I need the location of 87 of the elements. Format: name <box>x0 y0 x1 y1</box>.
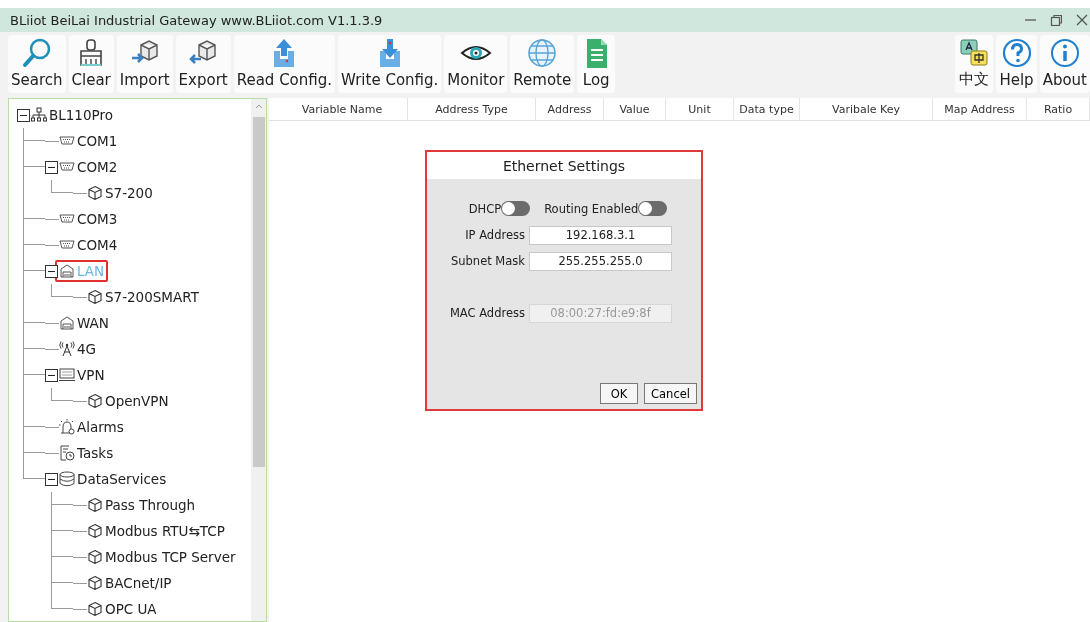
info-icon <box>1048 37 1081 69</box>
toolbar-button[interactable]: 中文 <box>955 35 994 93</box>
ethernet-port-icon <box>59 315 75 331</box>
field-label: MAC Address <box>448 306 526 320</box>
tree-item[interactable]: COM4 <box>77 237 118 253</box>
tree-item[interactable]: S7-200 <box>105 185 153 201</box>
toolbar-button[interactable]: Monitor <box>444 35 508 93</box>
tree-item[interactable]: S7-200SMART <box>105 289 199 305</box>
tree-toggle[interactable] <box>45 160 58 174</box>
field-label: IP Address <box>464 228 526 242</box>
input-field[interactable]: 192.168.3.1 <box>529 225 672 245</box>
maximize-icon[interactable] <box>1050 14 1062 26</box>
tree-item[interactable]: Pass Through <box>105 497 196 513</box>
tree-line <box>51 388 73 401</box>
toggle-switch[interactable] <box>501 201 531 216</box>
tree-toggle[interactable] <box>17 108 30 122</box>
toolbar-button[interactable]: Write Config. <box>338 35 442 93</box>
column-header[interactable]: Address <box>536 98 604 120</box>
toggle-switch[interactable] <box>638 201 668 216</box>
cube-icon <box>87 601 103 617</box>
cube-icon <box>87 523 103 539</box>
tree-item[interactable]: DataServices <box>77 471 167 487</box>
window-title: BLiiot BeiLai Industrial Gateway www.BLiiot.com V1.1.3.9 <box>10 12 384 28</box>
tree-item[interactable]: BL110Pro <box>49 107 113 123</box>
toolbar-button[interactable]: Export <box>175 35 231 93</box>
toolbar-button[interactable]: Read Config. <box>233 35 336 93</box>
tree-item[interactable]: Modbus TCP Server <box>105 549 236 565</box>
globe-icon <box>526 37 559 69</box>
column-header[interactable]: Unit <box>666 98 734 120</box>
tree-item[interactable]: Modbus RTU⇆TCP <box>105 523 225 539</box>
search-icon <box>20 37 53 69</box>
toolbar-button[interactable]: Search <box>8 35 66 93</box>
cube-icon <box>87 549 103 565</box>
scrollbar-thumb[interactable] <box>252 117 265 467</box>
tree-toggle[interactable] <box>45 472 58 486</box>
toolbar-button[interactable]: Clear <box>68 35 114 93</box>
tree-item[interactable]: OpenVPN <box>105 393 169 409</box>
antenna-icon <box>59 341 75 357</box>
dialog-button[interactable]: Cancel <box>644 383 697 404</box>
cube-icon <box>87 185 103 201</box>
cube-icon <box>87 393 103 409</box>
column-header[interactable]: Varibale Key <box>800 98 933 120</box>
cube-icon <box>87 575 103 591</box>
toolbar-button[interactable]: Remote <box>510 35 575 93</box>
column-header[interactable]: Ratio <box>1027 98 1090 120</box>
alarm-gear-icon <box>59 419 75 435</box>
column-header[interactable]: Map Address <box>933 98 1027 120</box>
close-icon[interactable] <box>1076 14 1088 26</box>
input-field[interactable]: 255.255.255.0 <box>529 251 672 271</box>
scrollbar[interactable] <box>251 99 266 621</box>
network-icon <box>31 107 47 123</box>
cube-icon <box>87 289 103 305</box>
column-header[interactable]: Address Type <box>408 98 536 120</box>
field-label: Subnet Mask <box>449 254 526 268</box>
cube-icon <box>87 497 103 513</box>
tree-item[interactable]: Tasks <box>77 445 114 461</box>
column-header[interactable]: Value <box>604 98 666 120</box>
clock-document-icon <box>59 445 75 461</box>
database-icon <box>59 471 75 487</box>
dialog-button[interactable]: OK <box>600 383 639 404</box>
tree-item[interactable]: VPN <box>77 367 105 383</box>
translate-icon <box>958 37 991 69</box>
tree-item[interactable]: 4G <box>77 341 97 357</box>
tree-toggle[interactable] <box>45 368 58 382</box>
tree-item[interactable]: COM3 <box>77 211 118 227</box>
tree-item[interactable]: Alarms <box>77 419 124 435</box>
column-header[interactable]: Data type <box>734 98 800 120</box>
tree-item[interactable]: BACnet/IP <box>105 575 172 591</box>
tree-item[interactable]: COM1 <box>77 133 118 149</box>
ethernet-port-icon <box>59 263 75 279</box>
tree-item[interactable]: WAN <box>77 315 109 331</box>
tree-item[interactable]: OPC UA <box>105 601 157 617</box>
vpn-screen-icon <box>59 367 75 383</box>
column-header[interactable]: Variable Name <box>277 98 408 120</box>
tree-line <box>51 180 73 193</box>
toolbar-button[interactable]: Help <box>996 35 1037 93</box>
scroll-up-icon <box>254 103 263 109</box>
toggle-label: Routing Enabled <box>544 201 639 216</box>
toolbar-button[interactable]: Import <box>116 35 173 93</box>
toggle-label: DHCP <box>468 201 502 216</box>
toolbar-button[interactable]: About <box>1039 35 1090 93</box>
tree-toggle[interactable] <box>45 264 58 278</box>
tree-item[interactable]: COM2 <box>77 159 118 175</box>
help-icon <box>1000 37 1033 69</box>
tree-line <box>51 284 73 297</box>
dialog-title: Ethernet Settings <box>427 152 701 179</box>
toolbar-button[interactable]: Log <box>577 35 616 93</box>
